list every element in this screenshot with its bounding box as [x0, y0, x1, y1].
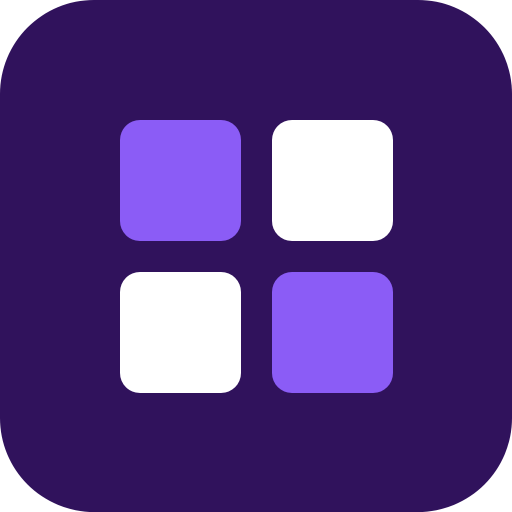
top-right-tile: [272, 120, 393, 241]
bottom-right-tile: [272, 272, 393, 393]
top-left-tile: [120, 120, 241, 241]
app-grid-icon: [0, 0, 512, 512]
bottom-left-tile: [120, 272, 241, 393]
